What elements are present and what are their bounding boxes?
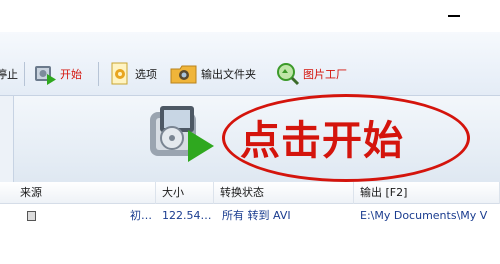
gear-document-icon bbox=[108, 62, 132, 86]
film-start-icon bbox=[33, 62, 57, 86]
redacted-area bbox=[40, 208, 130, 236]
column-status[interactable]: 转换状态 bbox=[214, 182, 354, 204]
options-label: 选项 bbox=[135, 68, 157, 81]
left-panel-edge bbox=[0, 96, 14, 182]
row-output: E:\My Documents\My V bbox=[360, 209, 488, 222]
options-button[interactable]: 选项 bbox=[108, 61, 157, 87]
big-start-button[interactable] bbox=[148, 102, 218, 166]
toolbar: 停止 开始 选项 输出文件夹 图片工厂 bbox=[0, 32, 500, 96]
minimize-icon[interactable] bbox=[448, 15, 460, 17]
column-output[interactable]: 输出 [F2] bbox=[354, 182, 500, 204]
magnifier-icon bbox=[276, 62, 300, 86]
column-source[interactable]: 来源 bbox=[14, 182, 156, 204]
row-status: 所有 转到 AVI bbox=[222, 209, 291, 222]
click-to-start-text[interactable]: 点击开始 bbox=[240, 108, 404, 166]
output-folder-label: 输出文件夹 bbox=[201, 68, 256, 81]
title-bar bbox=[0, 0, 500, 32]
row-source: 初… bbox=[130, 209, 152, 222]
stop-label: 停止 bbox=[0, 68, 18, 81]
image-factory-label: 图片工厂 bbox=[303, 68, 347, 81]
start-label: 开始 bbox=[60, 68, 82, 81]
toolbar-separator bbox=[24, 62, 25, 86]
camera-folder-icon bbox=[170, 62, 198, 86]
toolbar-separator bbox=[98, 62, 99, 86]
stop-button[interactable]: 停止 bbox=[0, 61, 18, 87]
file-icon bbox=[27, 211, 36, 221]
column-size[interactable]: 大小 bbox=[156, 182, 214, 204]
image-factory-button[interactable]: 图片工厂 bbox=[276, 61, 347, 87]
file-list-header: 来源 大小 转换状态 输出 [F2] bbox=[0, 182, 500, 204]
start-button[interactable]: 开始 bbox=[33, 61, 82, 87]
output-folder-button[interactable]: 输出文件夹 bbox=[170, 61, 256, 87]
row-size: 122.54… bbox=[162, 209, 212, 222]
